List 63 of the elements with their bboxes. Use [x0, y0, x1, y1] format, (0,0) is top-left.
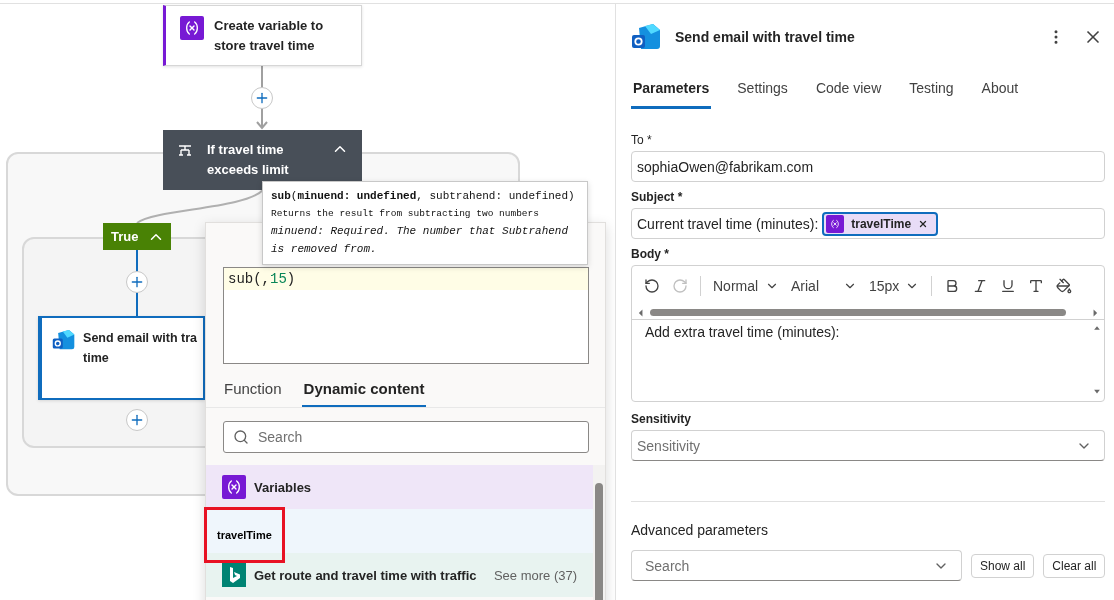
undo-icon[interactable]: [644, 278, 660, 294]
parameter-search-dropdown[interactable]: Search: [631, 550, 962, 581]
variable-icon: [180, 16, 204, 40]
italic-icon[interactable]: [972, 278, 988, 294]
subject-field[interactable]: Current travel time (minutes): travelTime: [631, 208, 1106, 239]
add-step-button[interactable]: [251, 87, 273, 109]
size-dropdown[interactable]: 15px: [869, 278, 919, 294]
card-title: Send email with tra: [83, 330, 197, 347]
map-service-icon: [222, 563, 246, 587]
subject-text: Current travel time (minutes):: [637, 215, 819, 232]
see-more-link[interactable]: See more (37): [493, 567, 577, 583]
plus-icon: [129, 412, 145, 428]
style-dropdown[interactable]: Normal: [713, 278, 779, 294]
panel-tab[interactable]: Testing: [907, 74, 956, 109]
list-item[interactable]: travelTime: [204, 507, 285, 563]
body-text: Add extra travel time (minutes):: [644, 323, 841, 342]
underline-icon[interactable]: [1000, 278, 1016, 294]
function-description: Returns the result from subtracting two numbers: [271, 207, 540, 221]
plus-icon: [254, 90, 270, 106]
connector-line: [135, 250, 139, 316]
group-header[interactable]: Get route and travel time with traffic See more (37): [206, 553, 593, 597]
parameter-help: minuend: Required. The number that Subtrahend is removed from.: [271, 224, 570, 257]
field-label: To *: [631, 133, 653, 147]
group-header[interactable]: Variables: [206, 465, 593, 509]
sensitivity-dropdown[interactable]: Sensitivity: [631, 430, 1106, 461]
field-label: Sensitivity: [631, 412, 693, 426]
search-icon: [233, 429, 249, 445]
remove-icon[interactable]: [918, 218, 929, 229]
panel-tab[interactable]: About: [979, 74, 1021, 109]
body-editor[interactable]: Normal Arial 15px Add extra travel time (minutes):: [631, 265, 1106, 402]
plus-icon: [129, 274, 145, 290]
panel-tab[interactable]: Parameters: [631, 74, 712, 109]
card-title: time: [83, 350, 110, 367]
function-signature: sub(minuend: undefined, subtrahend: undefined): [271, 189, 576, 204]
variable-icon: [826, 214, 845, 233]
panel-tab[interactable]: Code view: [813, 74, 884, 109]
variable-action-card[interactable]: Create variable to store travel time: [163, 5, 362, 66]
mail-app-icon: [52, 328, 76, 352]
true-branch-label[interactable]: True: [103, 223, 171, 250]
field-label: Subject *: [631, 190, 684, 204]
fill-color-icon[interactable]: [1056, 278, 1072, 294]
horizontal-scrollbar[interactable]: [632, 306, 1105, 320]
search-field[interactable]: Search: [223, 421, 589, 453]
condition-icon: [177, 143, 193, 159]
scrollbar[interactable]: [593, 465, 605, 600]
panel-title: Send email with travel time: [675, 29, 856, 45]
action-button[interactable]: Show all: [971, 553, 1035, 578]
font-dropdown[interactable]: Arial: [791, 278, 857, 294]
editor-tab[interactable]: Function: [222, 376, 284, 407]
condition-card[interactable]: If travel time exceeds limit: [163, 130, 362, 190]
field-label: Body *: [631, 247, 670, 261]
expression-field[interactable]: sub(,15): [223, 267, 589, 364]
to-field[interactable]: sophiaOwen@fabrikam.com: [631, 151, 1106, 182]
action-button[interactable]: Clear all: [1043, 553, 1106, 578]
mail-app-icon: [631, 22, 661, 52]
editor-tab[interactable]: Dynamic content: [301, 376, 427, 407]
font-color-icon[interactable]: [1028, 278, 1044, 294]
bold-icon[interactable]: [944, 278, 960, 294]
variable-token[interactable]: travelTime: [822, 211, 939, 236]
email-action-card[interactable]: Send email with tra time: [38, 316, 205, 400]
section-title: Advanced parameters: [631, 522, 769, 538]
panel-tab[interactable]: Settings: [735, 74, 790, 109]
variable-icon: [222, 475, 246, 499]
